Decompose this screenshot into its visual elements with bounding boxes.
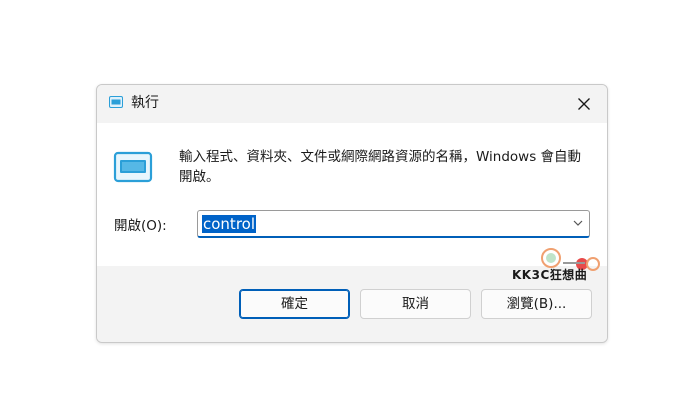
description-text: 輸入程式、資料夾、文件或網際網路資源的名稱，Windows 會自動開啟。 (179, 149, 582, 185)
title-bar[interactable]: 執行 (97, 85, 607, 123)
browse-button[interactable]: 瀏覽(B)... (481, 289, 592, 319)
cancel-button[interactable]: 取消 (360, 289, 471, 319)
open-input[interactable]: control (202, 215, 256, 233)
watermark-text: KK3C狂想曲 (512, 268, 588, 282)
close-icon[interactable] (571, 91, 597, 117)
dialog-content: 輸入程式、資料夾、文件或網際網路資源的名稱，Windows 會自動開啟。 開啟(… (97, 123, 607, 266)
open-label: 開啟(O): (114, 218, 167, 234)
ok-button[interactable]: 確定 (239, 289, 350, 319)
run-icon (109, 96, 123, 108)
open-combobox[interactable]: control (197, 210, 590, 238)
watermark-logo: KK3C狂想曲 (509, 246, 607, 286)
chevron-down-icon[interactable] (573, 219, 583, 227)
window-title: 執行 (131, 95, 159, 111)
run-icon (113, 151, 153, 183)
run-dialog: 執行 輸入程式、資料夾、文件或網際網路資源的名稱，Windows 會自動開啟。 … (96, 84, 608, 343)
